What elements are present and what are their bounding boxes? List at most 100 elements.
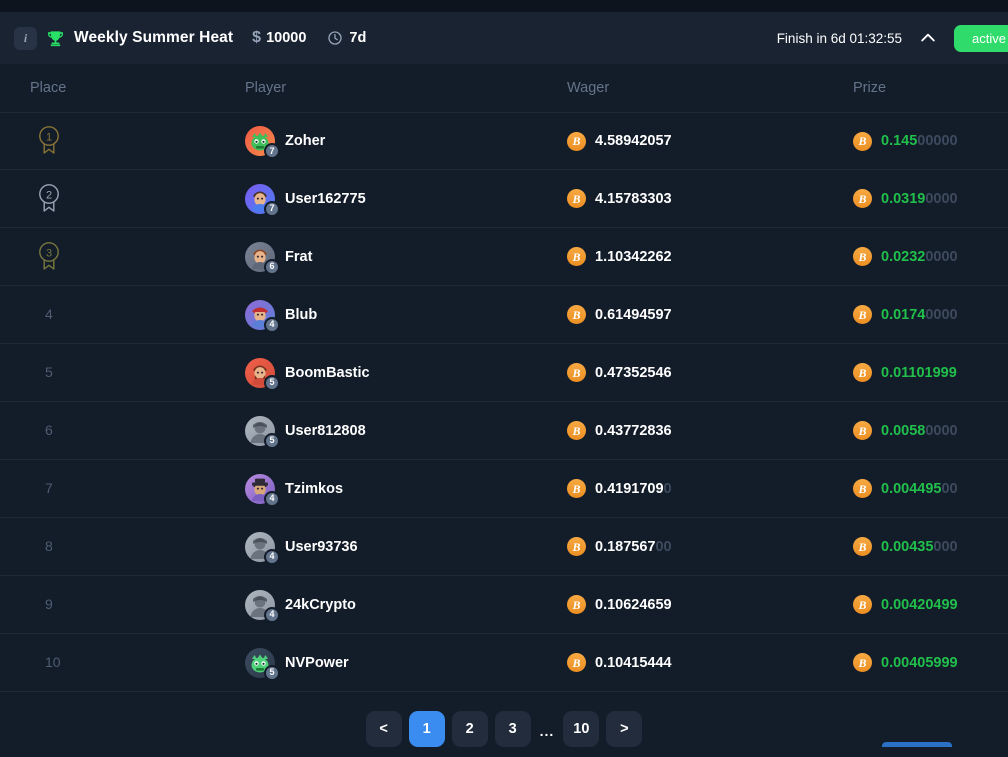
prize-amount: 0.01740000	[881, 306, 958, 323]
prize-amount: 0.02320000	[881, 248, 958, 265]
wager-amount: 4.58942057	[595, 133, 672, 149]
prize-amount: 0.00580000	[881, 422, 958, 439]
bitcoin-icon: B	[567, 421, 586, 440]
cell-wager: B 1.10342262	[567, 247, 853, 266]
player-name[interactable]: Tzimkos	[285, 481, 343, 497]
clock-icon	[327, 30, 343, 46]
level-badge: 4	[264, 316, 280, 333]
wager-amount: 0.61494597	[595, 306, 672, 323]
table-row[interactable]: 8 4 User93736 B 0.18756700 B 0.00435000	[0, 518, 1008, 576]
bitcoin-icon: B	[853, 131, 872, 151]
cell-place: 4	[30, 306, 245, 324]
table-row[interactable]: 6 5 User812808 B 0.43772836 B 0.00580000	[0, 402, 1008, 460]
player-name[interactable]: 24kCrypto	[285, 597, 356, 613]
player-name[interactable]: Zoher	[285, 133, 325, 149]
cell-prize: B 0.01740000	[853, 305, 978, 324]
cell-place: 5	[30, 364, 245, 382]
wager-amount: 0.41917090	[595, 480, 672, 497]
table-row[interactable]: 4 4 Blub B 0.61494597 B 0.01740000	[0, 286, 1008, 344]
player-name[interactable]: User93736	[285, 539, 358, 555]
cell-wager: B 0.61494597	[567, 305, 853, 324]
player-name[interactable]: Blub	[285, 307, 317, 323]
level-badge: 7	[264, 200, 280, 217]
avatar: 5	[245, 647, 280, 681]
cell-place: 1	[30, 125, 245, 157]
chevron-up-icon[interactable]	[918, 28, 938, 48]
pagination-page-3[interactable]: 3	[494, 711, 531, 747]
level-badge: 5	[264, 374, 280, 391]
pagination-page-2[interactable]: 2	[451, 711, 488, 747]
table-body: 1 7 Zoher B 4.58942057 B 0.14500000 2 7 User16277…	[0, 112, 1008, 692]
pagination-next-button[interactable]: >	[606, 711, 643, 747]
duration-group: 7d	[327, 30, 366, 46]
bottom-accent-bar	[882, 742, 952, 747]
table-row[interactable]: 5 5 BoomBastic B 0.47352546 B 0.01101999	[0, 344, 1008, 402]
table-row[interactable]: 1 7 Zoher B 4.58942057 B 0.14500000	[0, 112, 1008, 170]
bitcoin-icon: B	[853, 653, 872, 672]
wager-amount: 0.43772836	[595, 422, 672, 439]
column-header-prize: Prize	[853, 80, 887, 96]
cell-player: 5 User812808	[245, 415, 567, 449]
prize-amount: 0.03190000	[881, 190, 958, 207]
table-row[interactable]: 2 7 User162775 B 4.15783303 B 0.03190000	[0, 170, 1008, 228]
header-left-group: i Weekly Summer Heat $ 10000 7d	[14, 26, 366, 50]
place-number: 9	[45, 595, 53, 612]
cell-prize: B 0.00449500	[853, 479, 978, 498]
cell-player: 5 BoomBastic	[245, 357, 567, 391]
avatar: 4	[245, 299, 280, 333]
table-row[interactable]: 3 6 Frat B 1.10342262 B 0.02320000	[0, 228, 1008, 286]
medal-icon-silver: 2	[30, 183, 245, 215]
pagination-prev-button[interactable]: <	[365, 711, 402, 747]
svg-text:3: 3	[46, 247, 52, 259]
cell-wager: B 4.15783303	[567, 189, 853, 208]
player-name[interactable]: BoomBastic	[285, 365, 370, 381]
level-badge: 5	[264, 432, 280, 449]
leaderboard-table: Place Player Wager Prize 1 7 Zoher B 4.58942…	[0, 64, 1008, 692]
bitcoin-icon: B	[853, 421, 872, 440]
place-number: 7	[45, 479, 53, 496]
svg-text:1: 1	[46, 131, 52, 143]
cell-wager: B 4.58942057	[567, 131, 853, 151]
pagination-page-1[interactable]: 1	[408, 711, 445, 747]
player-name[interactable]: User162775	[285, 191, 366, 207]
table-row[interactable]: 7 4 Tzimkos B 0.41917090 B 0.00449500	[0, 460, 1008, 518]
cell-prize: B 0.14500000	[853, 131, 978, 151]
level-badge: 4	[264, 490, 280, 507]
info-icon[interactable]: i	[14, 26, 37, 50]
player-name[interactable]: NVPower	[285, 655, 349, 671]
cell-wager: B 0.47352546	[567, 363, 853, 382]
avatar: 4	[245, 473, 280, 507]
cell-player: 4 Blub	[245, 299, 567, 333]
bitcoin-icon: B	[567, 247, 586, 266]
bitcoin-icon: B	[567, 479, 586, 498]
place-number: 4	[45, 305, 53, 322]
bitcoin-icon: B	[567, 189, 586, 208]
place-number: 8	[45, 537, 53, 554]
column-header-wager: Wager	[567, 80, 610, 96]
cell-place: 8	[30, 538, 245, 556]
table-row[interactable]: 10 5 NVPower B 0.10415444 B 0.00405999	[0, 634, 1008, 692]
cell-wager: B 0.41917090	[567, 479, 853, 498]
tournament-header: i Weekly Summer Heat $ 10000 7d Finish i…	[0, 12, 1008, 64]
cell-prize: B 0.00420499	[853, 595, 978, 614]
medal-icon-gold: 1	[30, 125, 245, 157]
prize-amount: 0.00420499	[881, 596, 958, 613]
bitcoin-icon: B	[853, 247, 872, 266]
pagination-page-last[interactable]: 10	[563, 711, 600, 747]
cell-player: 7 Zoher	[245, 126, 567, 159]
bitcoin-icon: B	[567, 537, 586, 556]
avatar: 5	[245, 357, 280, 391]
cell-prize: B 0.00405999	[853, 653, 978, 672]
player-name[interactable]: Frat	[285, 249, 312, 265]
cell-place: 2	[30, 183, 245, 215]
cell-wager: B 0.10415444	[567, 653, 853, 672]
svg-text:2: 2	[46, 189, 52, 201]
player-name[interactable]: User812808	[285, 423, 366, 439]
cell-place: 9	[30, 596, 245, 614]
bitcoin-icon: B	[853, 305, 872, 324]
cell-prize: B 0.01101999	[853, 363, 978, 382]
prize-amount: 0.00405999	[881, 654, 958, 671]
cell-wager: B 0.10624659	[567, 595, 853, 614]
table-row[interactable]: 9 4 24kCrypto B 0.10624659 B 0.00420499	[0, 576, 1008, 634]
bitcoin-icon: B	[853, 595, 872, 614]
